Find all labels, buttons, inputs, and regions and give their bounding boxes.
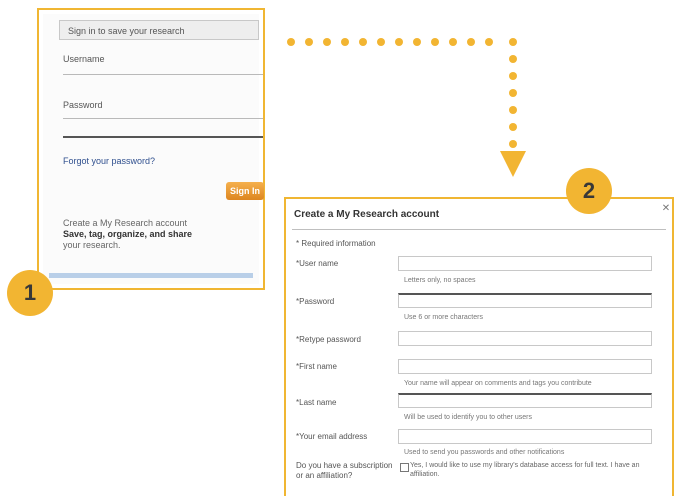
affiliation-text: Yes, I would like to use my library's da… <box>410 462 640 478</box>
username-input[interactable] <box>63 74 263 75</box>
field-hint: Used to send you passwords and other not… <box>404 449 565 456</box>
field-hint: Letters only, no spaces <box>404 277 476 284</box>
divider <box>292 229 666 230</box>
username-label: Username <box>63 54 105 64</box>
retype-password-field[interactable] <box>398 331 652 346</box>
connector-dot <box>449 38 457 46</box>
connector-dot <box>413 38 421 46</box>
connector-dot <box>509 140 517 148</box>
field-hint: Will be used to identify you to other us… <box>404 414 533 421</box>
field-label: *First name <box>296 362 337 371</box>
footer-bar <box>49 273 253 278</box>
connector-dot <box>509 123 517 131</box>
connector-dot <box>509 106 517 114</box>
last-name-field[interactable] <box>398 393 652 408</box>
divider <box>63 136 263 138</box>
connector-dot <box>509 38 517 46</box>
close-icon[interactable]: ✕ <box>660 203 672 215</box>
username-field[interactable] <box>398 256 652 271</box>
create-account-tail: your research. <box>63 240 121 250</box>
create-account-title: Create a My Research account <box>294 209 440 220</box>
field-hint: Your name will appear on comments and ta… <box>404 380 592 387</box>
connector-dot <box>323 38 331 46</box>
first-name-field[interactable] <box>398 359 652 374</box>
subscription-label: Do you have a subscription or an affilia… <box>296 461 393 480</box>
connector-dot <box>509 55 517 63</box>
field-label: *Last name <box>296 398 337 407</box>
arrow-down-icon <box>500 151 526 177</box>
field-label: *Retype password <box>296 335 361 344</box>
connector-dot <box>509 89 517 97</box>
create-account-benefit: Save, tag, organize, and share <box>63 229 193 239</box>
signin-header: Sign in to save your research <box>59 20 259 40</box>
connector-dot <box>377 38 385 46</box>
connector-dot <box>395 38 403 46</box>
signin-button[interactable]: Sign In <box>226 182 264 200</box>
step-two-badge: 2 <box>566 168 612 214</box>
connector-dot <box>509 72 517 80</box>
signin-panel-body: Sign in to save your research Username P… <box>43 14 264 284</box>
password-input[interactable] <box>63 118 263 119</box>
connector-dot <box>467 38 475 46</box>
signin-panel: Sign in to save your research Username P… <box>37 8 265 290</box>
email-field[interactable] <box>398 429 652 444</box>
field-label: *Password <box>296 297 335 306</box>
connector-dot <box>359 38 367 46</box>
affiliation-checkbox[interactable] <box>400 463 409 472</box>
create-account-blurb: Create a My Research account Save, tag, … <box>63 218 263 251</box>
create-account-panel: Create a My Research account ✕ * Require… <box>284 197 674 496</box>
connector-dot <box>431 38 439 46</box>
step-one-badge: 1 <box>7 270 53 316</box>
connector-dot <box>341 38 349 46</box>
field-label: *User name <box>296 259 339 268</box>
create-account-link[interactable]: Create a My Research account <box>63 218 263 229</box>
password-field[interactable] <box>398 293 652 308</box>
connector-dot <box>287 38 295 46</box>
field-hint: Use 6 or more characters <box>404 314 483 321</box>
forgot-password-link[interactable]: Forgot your password? <box>63 156 155 166</box>
required-note: * Required information <box>296 239 376 248</box>
connector-dot <box>305 38 313 46</box>
password-label: Password <box>63 100 103 110</box>
field-label: *Your email address <box>296 432 368 441</box>
connector-dot <box>485 38 493 46</box>
